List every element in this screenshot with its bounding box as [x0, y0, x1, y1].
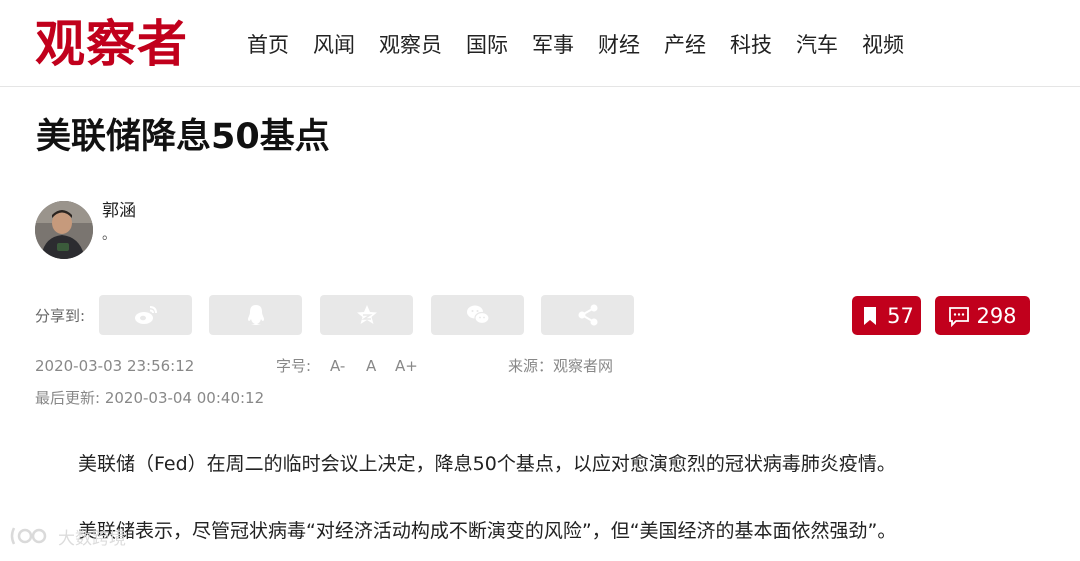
- article-paragraph: 美联储表示，尽管冠状病毒“对经济活动构成不断演变的风险”，但“美国经济的基本面依…: [78, 520, 897, 542]
- watermark-text: 大数跨境: [58, 528, 126, 549]
- share-more-button[interactable]: [541, 295, 634, 335]
- article-paragraph: 美联储（Fed）在周二的临时会议上决定，降息50个基点，以应对愈演愈烈的冠状病毒…: [78, 453, 896, 475]
- font-size-label: 字号:: [276, 357, 312, 375]
- comment-count: 298: [976, 303, 1017, 328]
- bookmark-icon: [864, 306, 877, 325]
- main-nav: 首页 风闻 观察员 国际 军事 财经 产经 科技 汽车 视频: [247, 30, 928, 60]
- avatar-image: [35, 201, 93, 259]
- wechat-icon: [466, 305, 490, 325]
- watermark: 大数跨境: [8, 522, 126, 550]
- font-size-large-button[interactable]: A+: [395, 356, 418, 376]
- font-size-small-button[interactable]: A-: [330, 356, 345, 376]
- share-wechat-button[interactable]: [431, 295, 524, 335]
- nav-observers[interactable]: 观察员: [379, 30, 442, 60]
- nav-home[interactable]: 首页: [247, 30, 289, 60]
- nav-finance[interactable]: 财经: [598, 30, 640, 60]
- nav-fengwen[interactable]: 风闻: [313, 30, 355, 60]
- comment-button[interactable]: 298: [935, 296, 1030, 335]
- nav-auto[interactable]: 汽车: [796, 30, 838, 60]
- last-updated: 最后更新: 2020-03-04 00:40:12: [35, 389, 265, 407]
- watermark-logo-icon: [10, 527, 47, 545]
- font-size-normal-button[interactable]: A: [366, 356, 376, 376]
- share-qzone-button[interactable]: [320, 295, 413, 335]
- author-bio: 。: [102, 227, 116, 243]
- publish-time: 2020-03-03 23:56:12: [35, 357, 195, 375]
- nav-video[interactable]: 视频: [862, 30, 904, 60]
- share-label: 分享到:: [35, 307, 86, 325]
- article-source: 来源：观察者网: [508, 357, 614, 375]
- site-header: 观察者 首页 风闻 观察员 国际 军事 财经 产经 科技 汽车 视频: [0, 0, 1080, 87]
- share-icon: [578, 304, 597, 326]
- weibo-icon: [134, 306, 157, 324]
- collect-count: 57: [887, 303, 914, 328]
- nav-military[interactable]: 军事: [532, 30, 574, 60]
- nav-international[interactable]: 国际: [466, 30, 508, 60]
- qq-icon: [247, 305, 264, 325]
- nav-industry[interactable]: 产经: [664, 30, 706, 60]
- collect-button[interactable]: 57: [852, 296, 921, 335]
- comment-icon: [949, 306, 970, 327]
- article-title: 美联储降息50基点: [36, 117, 330, 157]
- nav-tech[interactable]: 科技: [730, 30, 772, 60]
- share-qq-button[interactable]: [209, 295, 302, 335]
- author-name[interactable]: 郭涵: [102, 199, 136, 223]
- author-avatar[interactable]: [35, 201, 93, 259]
- site-logo[interactable]: 观察者: [35, 14, 188, 74]
- share-weibo-button[interactable]: [99, 295, 192, 335]
- qzone-icon: [356, 305, 377, 324]
